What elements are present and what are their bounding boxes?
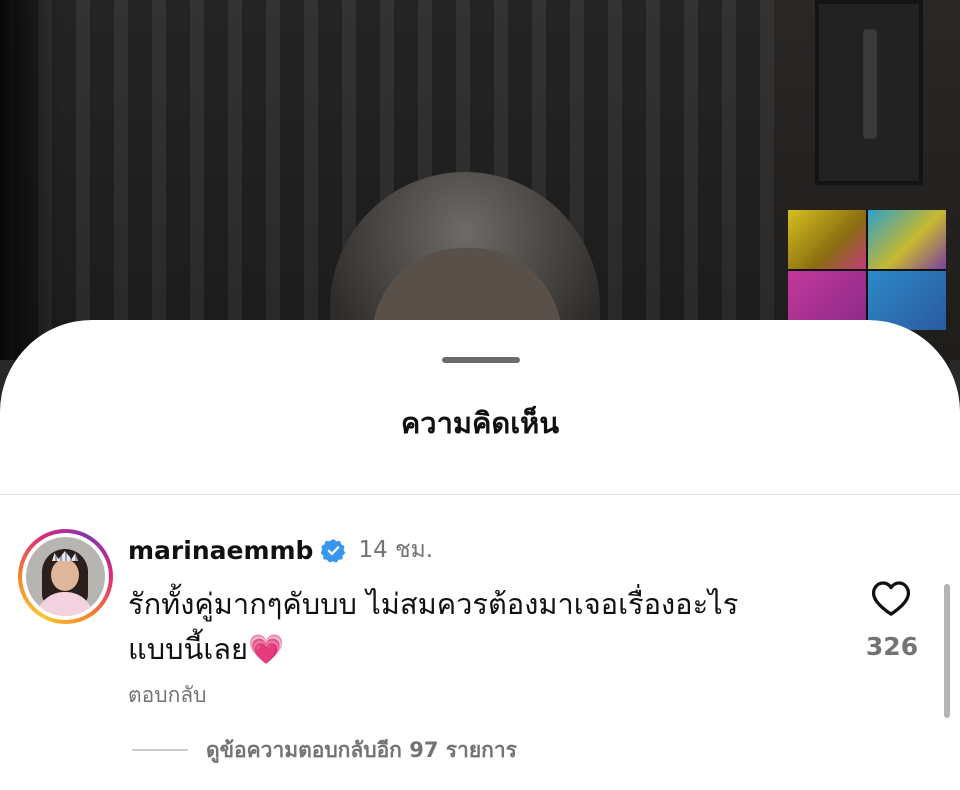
reply-button[interactable]: ตอบกลับ xyxy=(128,679,207,712)
sheet-title: ความคิดเห็น xyxy=(400,406,560,440)
replies-divider-line xyxy=(132,749,188,751)
background-shadow xyxy=(0,0,60,360)
comment-timestamp: 14 ชม. xyxy=(358,537,434,563)
view-replies-button[interactable]: ดูข้อความตอบกลับอีก 97 รายการ xyxy=(132,734,517,766)
like-count: 326 xyxy=(865,632,919,661)
comment-header: marinaemmb 14 ชม. xyxy=(128,532,433,568)
verified-badge-icon xyxy=(321,538,346,563)
comment-text-line: แบบนี้เลย💗 xyxy=(128,632,285,666)
comment-text-line: รักทั้งคู่มากๆคับบบ ไม่สมควรต้องมาเจอเรื… xyxy=(128,587,739,621)
avatar-story-ring[interactable] xyxy=(18,529,113,624)
scrollbar[interactable] xyxy=(944,584,950,718)
header-divider xyxy=(0,494,960,495)
avatar[interactable] xyxy=(26,537,105,616)
like-button[interactable] xyxy=(866,578,916,622)
comments-sheet: ความคิดเห็น marinaemmb 14 ชม. รักทั้งคู่… xyxy=(0,320,960,790)
sheet-drag-handle[interactable] xyxy=(442,357,520,363)
heart-outline-icon xyxy=(870,579,912,621)
view-replies-label: ดูข้อความตอบกลับอีก 97 รายการ xyxy=(206,737,517,762)
username[interactable]: marinaemmb xyxy=(128,536,313,565)
comment-text: รักทั้งคู่มากๆคับบบ ไม่สมควรต้องมาเจอเรื… xyxy=(128,582,828,672)
wall-frame xyxy=(815,0,923,185)
wall-poster xyxy=(788,210,946,330)
